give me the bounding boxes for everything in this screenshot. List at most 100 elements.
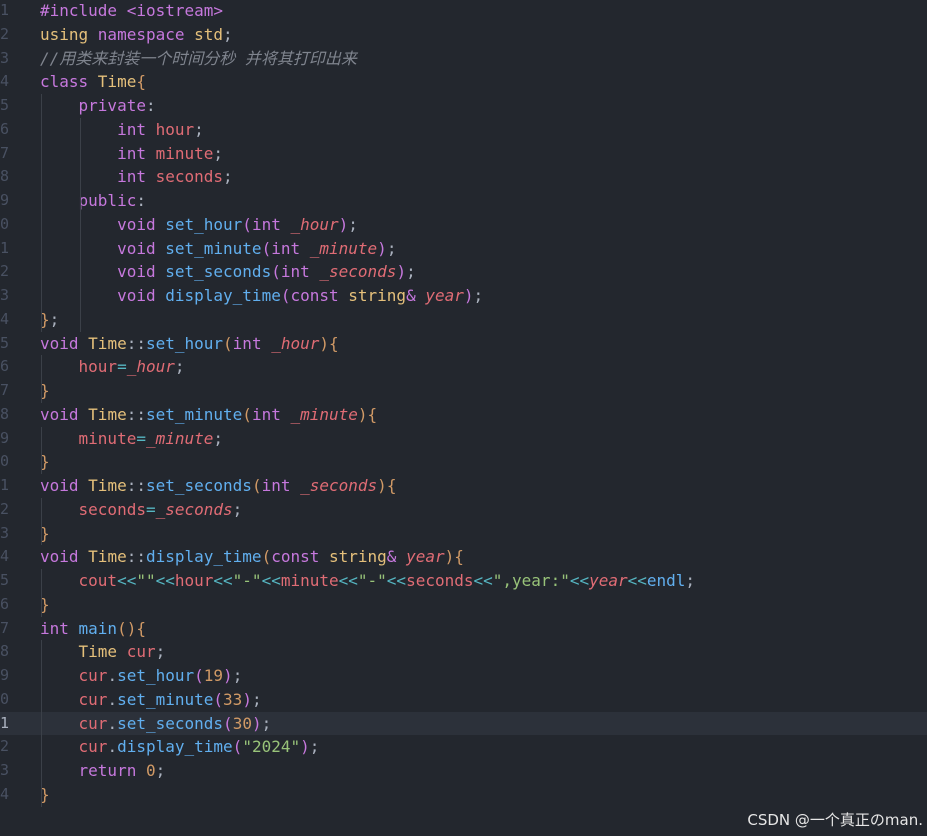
code-text: void Time::display_time(const string& ye… [40, 545, 464, 569]
line-number: 4 [0, 784, 10, 803]
line-number: 7 [0, 618, 10, 637]
code-token: ) [338, 214, 349, 234]
code-token: //用类来封装一个时间分秒 并将其打印出来 [40, 48, 357, 68]
code-line[interactable]: 9 cur.set_hour(19); [0, 664, 927, 688]
code-token: :: [126, 547, 146, 567]
code-token: "-" [357, 571, 387, 590]
code-line[interactable]: 8 void Time::set_minute(int _minute){ [0, 403, 927, 427]
line-number: 1 [0, 713, 10, 732]
line-number: 9 [0, 666, 10, 684]
code-token: 33 [223, 689, 243, 709]
code-token: "-" [232, 571, 262, 590]
code-line[interactable]: 1 void Time::set_seconds(int _seconds){ [0, 474, 927, 498]
line-number: 9 [0, 428, 10, 447]
code-line[interactable]: 6 int hour; [0, 118, 927, 142]
code-text: return 0; [40, 759, 166, 783]
code-line[interactable]: 7} [0, 379, 927, 403]
indent-guide [41, 94, 42, 332]
line-number: 1 [0, 238, 10, 257]
code-token: ; [232, 499, 243, 519]
code-line[interactable]: 0} [0, 450, 927, 474]
code-line[interactable]: 2 void set_seconds(int _seconds); [0, 260, 927, 284]
line-number: 9 [0, 191, 10, 209]
code-token: 19 [203, 666, 224, 685]
code-line[interactable]: 9 minute=_minute; [0, 427, 927, 451]
code-text: void Time::set_hour(int _hour){ [40, 332, 339, 356]
code-line[interactable]: 1 #include <iostream> [0, 0, 927, 23]
code-line[interactable]: 7 int main(){ [0, 617, 927, 641]
code-token: ( [242, 404, 252, 424]
line-number: 4 [0, 309, 10, 328]
code-text: cur.display_time("2024"); [40, 735, 320, 759]
code-line[interactable]: 3} [0, 522, 927, 546]
code-line[interactable]: 3 void display_time(const string& year); [0, 284, 927, 308]
code-line[interactable]: 2 cur.display_time("2024"); [0, 735, 927, 759]
code-token: "" [136, 571, 156, 590]
code-token: << [569, 571, 590, 590]
code-text: cur.set_seconds(30); [40, 712, 272, 736]
line-number: 2 [0, 262, 10, 281]
line-number: 3 [0, 761, 10, 779]
code-line[interactable]: 1 void set_minute(int _minute); [0, 237, 927, 261]
code-token: display_time [145, 547, 262, 567]
code-token: display_time [117, 737, 233, 757]
code-line[interactable]: 6 hour=_hour; [0, 355, 927, 379]
code-token: << [117, 571, 137, 590]
code-token: set_minute [117, 689, 214, 709]
code-line[interactable]: 2 seconds=_seconds; [0, 498, 927, 522]
code-token: ) [251, 713, 262, 733]
code-line[interactable]: 0 cur.set_minute(33); [0, 688, 927, 712]
code-line[interactable]: 8 int seconds; [0, 165, 927, 189]
code-token: year [425, 286, 464, 305]
code-text: cout<<""<<hour<<"-"<<minute<<"-"<<second… [40, 569, 696, 593]
code-token: ; [406, 262, 416, 282]
code-token: year [406, 547, 445, 567]
code-line[interactable]: 4 void Time::display_time(const string& y… [0, 545, 927, 569]
code-token: void [40, 547, 89, 567]
code-token: ) [444, 547, 455, 567]
code-token: ; [261, 713, 272, 733]
code-line[interactable]: 5 private: [0, 94, 927, 118]
code-token: ( [242, 214, 252, 234]
code-line[interactable]: 4 class Time{ [0, 70, 927, 94]
line-number: 0 [0, 452, 10, 471]
code-text: public: [40, 189, 146, 213]
code-token: Time [88, 333, 127, 353]
code-line[interactable]: 4} [0, 783, 927, 807]
code-line[interactable]: 3 return 0; [0, 759, 927, 783]
indent-guide [79, 212, 81, 332]
code-line[interactable]: 2 using namespace std; [0, 23, 927, 47]
code-line[interactable]: 7 int minute; [0, 142, 927, 166]
code-token: _seconds [300, 476, 378, 495]
code-line[interactable]: 1 cur.set_seconds(30); [0, 711, 927, 736]
code-token: ; [155, 642, 166, 662]
code-line[interactable]: 0 void set_hour(int _hour); [0, 213, 927, 237]
code-token: :: [126, 404, 146, 424]
code-line[interactable]: 3 //用类来封装一个时间分秒 并将其打印出来 [0, 47, 927, 71]
code-token: seconds [78, 499, 146, 519]
code-line[interactable]: 5 void Time::set_hour(int _hour){ [0, 332, 927, 356]
line-number: 5 [0, 333, 10, 352]
line-number: 2 [0, 737, 10, 756]
code-editor[interactable]: 1 #include <iostream> 2 using namespace std… [0, 0, 927, 836]
code-text: //用类来封装一个时间分秒 并将其打印出来 [40, 47, 357, 71]
code-token: ; [49, 309, 60, 329]
code-line[interactable]: 4}; [0, 308, 927, 332]
code-line[interactable]: 6} [0, 593, 927, 617]
code-line[interactable]: 5 cout<<""<<hour<<"-"<<minute<<"-"<<seco… [0, 569, 927, 593]
code-token: ) [357, 404, 368, 424]
code-line[interactable]: 8 Time cur; [0, 640, 927, 664]
code-text: hour=_hour; [40, 355, 185, 379]
code-token: { [454, 547, 464, 567]
code-line[interactable]: 9 public: [0, 189, 927, 213]
code-text: void Time::set_minute(int _minute){ [40, 403, 377, 427]
code-token: _seconds [319, 262, 397, 282]
line-number: 6 [0, 357, 10, 376]
code-token: ( [261, 238, 272, 258]
code-token: ; [223, 24, 233, 44]
line-number: 4 [0, 72, 10, 91]
